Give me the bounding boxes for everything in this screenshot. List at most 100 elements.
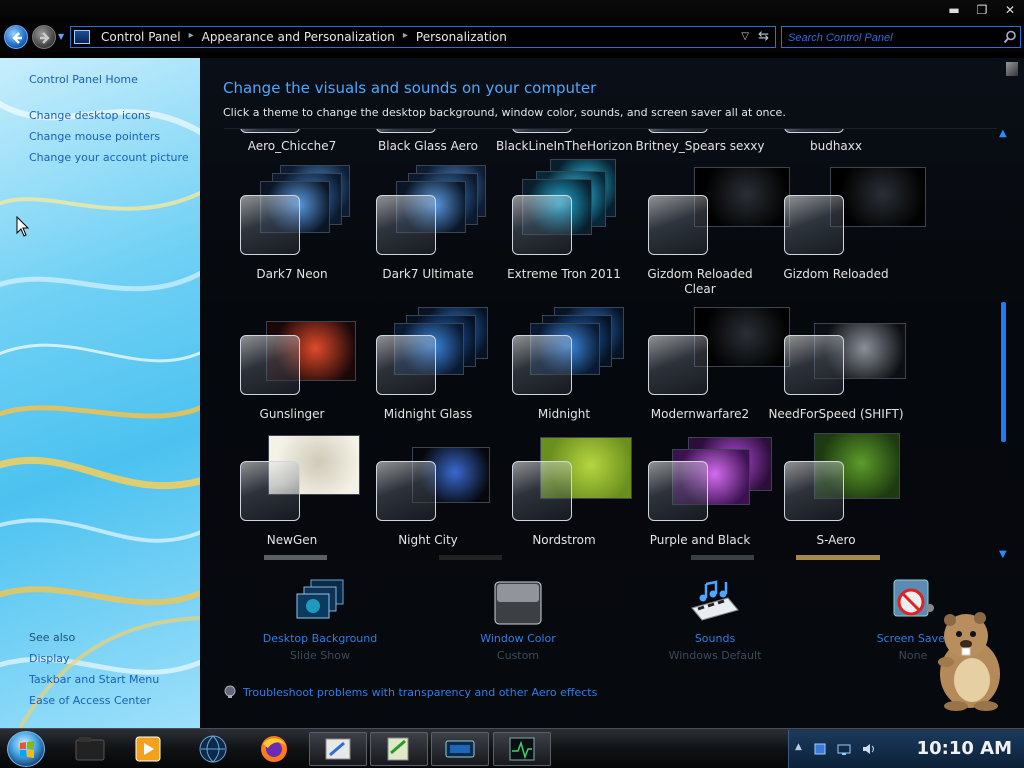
theme-window-glass xyxy=(784,195,844,255)
breadcrumb-control-panel[interactable]: Control Panel xyxy=(101,30,181,44)
taskbar-window-3[interactable] xyxy=(431,732,489,766)
taskbar-window-4[interactable] xyxy=(493,732,551,766)
theme-window-glass xyxy=(648,461,708,521)
scroll-down-icon[interactable]: ▼ xyxy=(999,549,1007,560)
sounds-icon xyxy=(688,578,742,628)
breadcrumb-personalization[interactable]: Personalization xyxy=(416,30,507,44)
theme-tile[interactable]: Night City xyxy=(360,427,496,553)
theme-window-glass xyxy=(648,335,708,395)
taskbar-media-player-button[interactable] xyxy=(128,732,168,766)
forward-button[interactable] xyxy=(32,25,56,49)
taskbar-window-2[interactable] xyxy=(370,732,428,766)
paint-icon xyxy=(325,738,351,760)
search-box[interactable] xyxy=(781,26,1021,48)
breadcrumb-separator-icon[interactable]: ▸ xyxy=(403,30,408,44)
theme-tile[interactable]: Midnight Glass xyxy=(360,301,496,427)
window-color-option[interactable]: Window Color Custom xyxy=(443,578,593,662)
theme-name: Nordstrom xyxy=(532,533,596,547)
theme-tile[interactable]: S-Aero xyxy=(768,427,904,553)
sidebar-change-mouse-pointers[interactable]: Change mouse pointers xyxy=(29,130,160,143)
window-color-icon xyxy=(491,578,545,628)
theme-tile[interactable]: Dark7 Neon xyxy=(224,161,360,287)
theme-name: Night City xyxy=(398,533,458,547)
sidebar-change-desktop-icons[interactable]: Change desktop icons xyxy=(29,109,151,122)
corner-tab xyxy=(1006,62,1018,76)
taskbar-explorer-button[interactable] xyxy=(70,732,110,766)
taskbar-clock[interactable]: 10:10 AM xyxy=(917,738,1012,759)
device-icon[interactable] xyxy=(813,742,827,756)
media-player-icon xyxy=(135,736,161,762)
theme-tile[interactable]: Purple and Black xyxy=(632,427,772,553)
taskbar-window-1[interactable] xyxy=(309,732,367,766)
task-manager-icon xyxy=(509,737,535,761)
theme-scrollbar[interactable]: ▲ ▼ xyxy=(997,128,1011,560)
theme-preview-image xyxy=(830,167,926,227)
theme-window-glass xyxy=(512,335,572,395)
mouse-cursor-icon xyxy=(16,216,30,237)
theme-name: Dark7 Neon xyxy=(256,267,328,281)
volume-icon[interactable] xyxy=(861,742,875,756)
sidebar-taskbar-start-menu[interactable]: Taskbar and Start Menu xyxy=(29,673,159,686)
desktop-background-link[interactable]: Desktop Background xyxy=(245,632,395,645)
address-dropdown-icon[interactable]: ▽ xyxy=(741,31,749,42)
network-icon[interactable] xyxy=(837,742,851,756)
theme-tile[interactable]: Modernwarfare2 xyxy=(632,301,790,427)
sounds-option[interactable]: Sounds Windows Default xyxy=(640,578,790,662)
theme-tile[interactable]: Nordstrom xyxy=(496,427,632,553)
recent-pages-dropdown-icon[interactable]: ▼ xyxy=(58,32,66,41)
theme-window-glass xyxy=(512,129,572,133)
sidebar-see-also-label: See also xyxy=(29,631,76,644)
theme-name: Midnight Glass xyxy=(383,407,473,421)
back-button[interactable] xyxy=(4,25,28,49)
sidebar-control-panel-home[interactable]: Control Panel Home xyxy=(29,73,138,86)
theme-tile[interactable]: Dark7 Ultimate xyxy=(360,161,496,287)
breadcrumb-appearance[interactable]: Appearance and Personalization xyxy=(202,30,395,44)
windows-logo-icon xyxy=(20,741,34,758)
theme-window-glass xyxy=(784,129,844,133)
theme-row-partial xyxy=(264,555,964,560)
theme-list[interactable]: Aero_Chicche7 Black Glass Aero BlackLineIn… xyxy=(224,128,997,560)
theme-tile[interactable]: Extreme Tron 2011 xyxy=(496,159,632,287)
globe-icon xyxy=(199,735,227,763)
taskbar-firefox-button[interactable] xyxy=(254,732,294,766)
sidebar-ease-of-access[interactable]: Ease of Access Center xyxy=(29,694,151,707)
title-bar: ▬ ❐ ✕ xyxy=(0,0,1024,22)
control-panel-icon xyxy=(74,30,90,44)
theme-name: Dark7 Ultimate xyxy=(382,267,474,281)
troubleshoot-icon xyxy=(224,685,236,698)
theme-name: budhaxx xyxy=(809,139,862,153)
scroll-thumb[interactable] xyxy=(1001,302,1006,442)
theme-name: Purple and Black xyxy=(649,533,751,547)
taskbar-globe-button[interactable] xyxy=(193,732,233,766)
folder-icon xyxy=(75,737,105,761)
scroll-up-icon[interactable]: ▲ xyxy=(999,128,1007,139)
show-hidden-icons-icon[interactable]: ▲ xyxy=(795,742,809,756)
troubleshoot-link[interactable]: Troubleshoot problems with transparency … xyxy=(243,686,597,699)
theme-window-glass xyxy=(240,195,300,255)
sounds-link[interactable]: Sounds xyxy=(640,632,790,645)
system-tray: ▲ 10:10 AM xyxy=(788,730,1024,768)
theme-tile[interactable]: Midnight xyxy=(496,301,632,427)
search-icon[interactable] xyxy=(1003,30,1017,44)
desktop-background-option[interactable]: Desktop Background Slide Show xyxy=(245,578,395,662)
sidebar-display[interactable]: Display xyxy=(29,652,70,665)
breadcrumb-separator-icon[interactable]: ▸ xyxy=(189,30,194,44)
search-input[interactable] xyxy=(788,30,998,45)
window-color-link[interactable]: Window Color xyxy=(443,632,593,645)
start-button[interactable] xyxy=(7,731,45,767)
theme-tile[interactable]: Gizdom Reloaded Clear xyxy=(632,161,790,296)
refresh-icon[interactable]: ⇆ xyxy=(758,29,769,44)
theme-tile[interactable]: Gunslinger xyxy=(224,301,360,427)
theme-tile[interactable]: NewGen xyxy=(224,427,360,553)
maximize-button[interactable]: ❐ xyxy=(974,3,990,17)
close-button[interactable]: ✕ xyxy=(1002,3,1018,17)
theme-tile[interactable]: NeedForSpeed (SHIFT) xyxy=(768,301,906,427)
theme-name: Gizdom Reloaded Clear xyxy=(647,267,753,296)
minimize-button[interactable]: ▬ xyxy=(946,3,962,17)
page-title: Change the visuals and sounds on your co… xyxy=(223,79,597,97)
theme-tile[interactable]: Gizdom Reloaded xyxy=(768,161,926,287)
theme-name: Modernwarfare2 xyxy=(650,407,750,421)
address-row: ▼ Control Panel ▸ Appearance and Persona… xyxy=(0,22,1024,52)
address-bar[interactable]: Control Panel ▸ Appearance and Personali… xyxy=(70,26,776,48)
sidebar-change-account-picture[interactable]: Change your account picture xyxy=(29,151,189,164)
